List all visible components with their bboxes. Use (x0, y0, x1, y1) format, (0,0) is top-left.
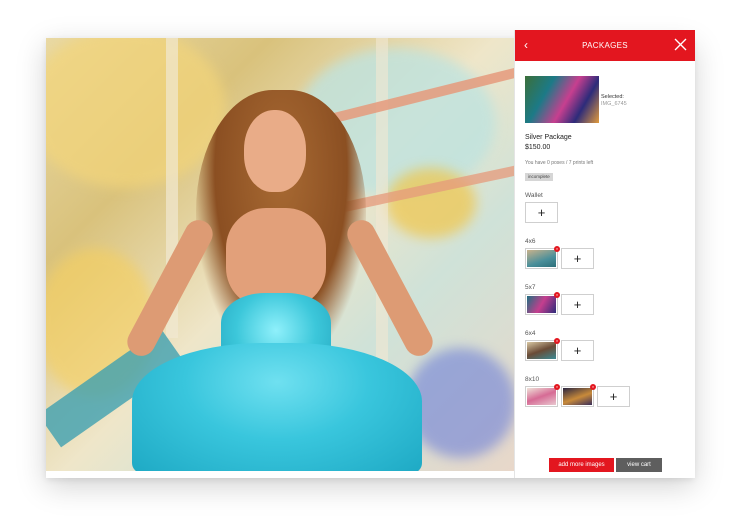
add-image-button-4x6[interactable]: + (561, 248, 594, 269)
section-label-wallet: Wallet (525, 192, 543, 199)
packages-panel: ‹ PACKAGES Selected: IMG_6745 Silver Pac… (514, 30, 695, 478)
remove-icon[interactable]: × (554, 246, 560, 252)
remove-icon[interactable]: × (554, 292, 560, 298)
selected-image-name: IMG_6745 (601, 101, 627, 107)
remove-icon[interactable]: × (554, 338, 560, 344)
main-photo (46, 38, 514, 471)
print-slot-6x4[interactable]: × (525, 338, 560, 361)
section-label-5x7: 5x7 (525, 284, 536, 291)
package-price: $150.00 (525, 144, 551, 151)
selected-image-thumbnail[interactable] (525, 76, 599, 123)
print-slot-8x10[interactable]: × (561, 384, 596, 407)
print-slot-4x6[interactable]: × (525, 246, 560, 269)
add-image-button-wallet[interactable]: + (525, 202, 558, 223)
status-badge: incomplete (525, 173, 553, 181)
remove-icon[interactable]: × (590, 384, 596, 390)
section-label-8x10: 8x10 (525, 376, 540, 383)
add-more-images-button[interactable]: add more images (549, 458, 614, 472)
add-image-button-6x4[interactable]: + (561, 340, 594, 361)
remove-icon[interactable]: × (554, 384, 560, 390)
selected-label: Selected: (601, 94, 624, 100)
package-remaining: You have 0 poses / 7 prints left (525, 160, 594, 166)
view-cart-button[interactable]: view cart (616, 458, 662, 472)
print-slot-5x7[interactable]: × (525, 292, 560, 315)
chevron-left-icon[interactable]: ‹ (524, 38, 536, 52)
add-image-button-8x10[interactable]: + (597, 386, 630, 407)
section-label-4x6: 4x6 (525, 238, 536, 245)
package-name: Silver Package (525, 134, 572, 141)
section-label-6x4: 6x4 (525, 330, 536, 337)
close-icon[interactable] (674, 38, 687, 51)
app-window: ‹ PACKAGES Selected: IMG_6745 Silver Pac… (46, 30, 695, 478)
print-slot-8x10[interactable]: × (525, 384, 560, 407)
panel-title: PACKAGES (582, 41, 628, 50)
add-image-button-5x7[interactable]: + (561, 294, 594, 315)
panel-header: ‹ PACKAGES (515, 30, 695, 61)
